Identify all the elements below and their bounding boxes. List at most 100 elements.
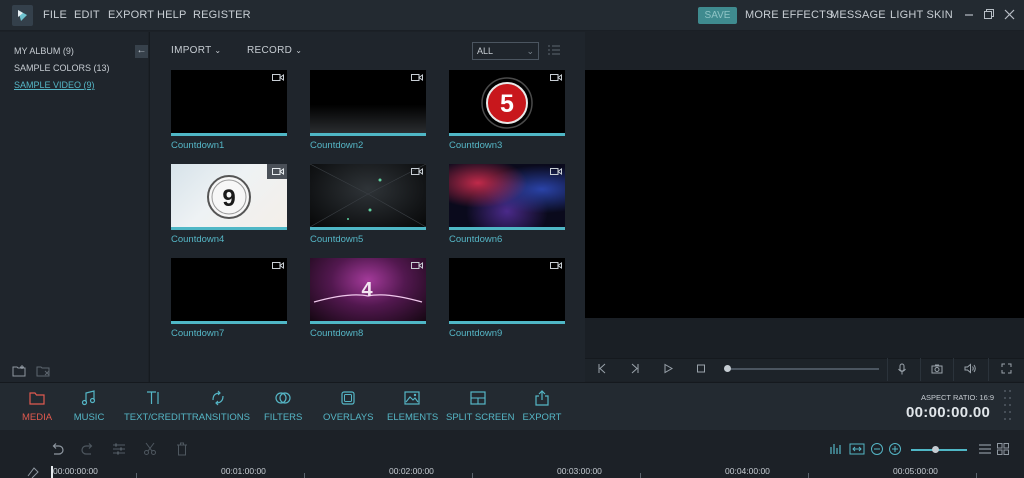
preview-footer [585,318,1024,358]
snapshot-camera-icon[interactable] [931,363,943,374]
media-thumbnail-countdown3[interactable]: 5 [449,70,565,136]
tab-filters[interactable]: FILTERS [264,389,302,423]
timeline-snap-icon[interactable] [26,465,40,478]
redo-icon[interactable] [81,442,95,456]
countdown-number: 4 [361,279,373,301]
tab-overlays[interactable]: OVERLAYS [323,389,374,423]
video-camera-icon [411,74,423,81]
message-button[interactable]: MESSAGE [830,9,886,21]
menu-edit[interactable]: EDIT [74,9,100,21]
transition-icon [212,390,224,406]
light-skin-button[interactable]: LIGHT SKIN [890,9,953,21]
video-camera-icon [272,262,284,269]
album-item-sample-colors[interactable]: SAMPLE COLORS (13) [14,63,110,73]
tab-text-credit[interactable]: TEXT/CREDIT [124,389,186,423]
export-icon [535,390,549,406]
menu-help[interactable]: HELP [157,9,187,21]
tab-label: MEDIA [21,412,53,423]
chevron-down-icon: ⌄ [526,46,534,56]
chevron-down-icon: ⌄ [214,46,222,55]
countdown-number: 5 [500,90,514,118]
menu-export[interactable]: EXPORT [108,9,154,21]
zoom-slider-track[interactable] [911,449,967,451]
delete-folder-icon[interactable] [36,365,50,377]
tab-label: TRANSITIONS [186,412,250,423]
tab-transitions[interactable]: TRANSITIONS [186,389,250,423]
ruler-tick [472,473,473,478]
album-item-my-album[interactable]: MY ALBUM (9) [14,46,74,56]
ruler-tick [808,473,809,478]
ruler-tick [136,473,137,478]
zoom-in-icon[interactable] [888,442,902,456]
media-thumbnail-countdown9[interactable] [449,258,565,324]
menu-lines-icon[interactable] [978,442,992,456]
play-icon[interactable] [663,363,673,374]
video-camera-icon [550,74,562,81]
text-icon [147,391,159,404]
playback-scrubber-handle[interactable] [724,365,731,372]
media-label: Countdown7 [171,328,225,339]
save-button[interactable]: SAVE [698,7,737,24]
tab-label: MUSIC [73,412,105,423]
fullscreen-icon[interactable] [1001,363,1012,374]
media-thumbnail-countdown5[interactable] [310,164,426,230]
stop-icon[interactable] [696,363,706,374]
volume-icon[interactable] [964,363,977,374]
record-label: RECORD [247,45,293,56]
tab-music[interactable]: MUSIC [72,389,106,423]
grid-view-icon[interactable] [996,442,1010,456]
media-thumbnail-countdown8[interactable]: 4 [310,258,426,324]
video-camera-icon [550,168,562,175]
tab-split-screen[interactable]: SPLIT SCREEN [446,389,514,423]
media-thumbnail-countdown2[interactable] [310,70,426,136]
media-thumbnail-countdown1[interactable] [171,70,287,136]
list-view-icon[interactable] [548,44,560,56]
album-item-sample-video[interactable]: SAMPLE VIDEO (9) [14,80,95,90]
microphone-icon[interactable] [897,363,907,375]
media-thumbnail-countdown6[interactable] [449,164,565,230]
divider [988,358,989,381]
zoom-out-icon[interactable] [870,442,884,456]
video-camera-icon [411,168,423,175]
adjust-icon[interactable] [112,442,126,456]
ruler-label: 00:02:00:00 [389,466,434,476]
minimize-icon[interactable] [964,8,974,20]
media-label: Countdown3 [449,140,503,151]
media-label: Countdown5 [310,234,364,245]
record-dropdown[interactable]: RECORD ⌄ [247,45,302,56]
skip-forward-icon[interactable] [630,363,640,374]
tab-elements[interactable]: ELEMENTS [387,389,438,423]
media-label: Countdown4 [171,234,225,245]
preview-header [585,32,1024,70]
more-effects-button[interactable]: MORE EFFECTS [745,9,834,21]
countdown-circle-icon: 9 [207,175,251,219]
import-dropdown[interactable]: IMPORT ⌄ [171,45,221,56]
audio-waveform-icon[interactable] [829,442,843,456]
filter-icon [275,392,291,404]
undo-icon[interactable] [50,442,64,456]
fit-to-width-icon[interactable] [849,442,865,456]
folder-icon [29,392,45,405]
menu-register[interactable]: REGISTER [193,9,251,21]
skip-back-icon[interactable] [597,363,607,374]
add-folder-icon[interactable] [12,365,26,377]
video-camera-icon [272,168,284,175]
tab-media[interactable]: MEDIA [20,389,54,423]
scissors-icon[interactable] [143,442,157,456]
media-label: Countdown8 [310,328,364,339]
trash-icon[interactable] [175,442,189,456]
restore-icon[interactable] [983,8,995,20]
media-label: Countdown9 [449,328,503,339]
menu-file[interactable]: FILE [43,9,67,21]
filter-select[interactable]: ALL ⌄ [472,42,539,60]
close-icon[interactable] [1004,8,1015,20]
aspect-ratio-label: ASPECT RATIO: 16:9 [921,393,995,402]
ruler-label: 00:04:00:00 [725,466,770,476]
media-thumbnail-countdown7[interactable] [171,258,287,324]
panel-grip-icon[interactable] [1003,388,1012,426]
playback-progress-track[interactable] [727,368,879,370]
collapse-arrow-icon[interactable]: ← [135,45,148,58]
zoom-slider-handle[interactable] [932,446,939,453]
media-thumbnail-countdown4[interactable]: 9 [171,164,287,230]
tab-export[interactable]: EXPORT [522,389,562,423]
